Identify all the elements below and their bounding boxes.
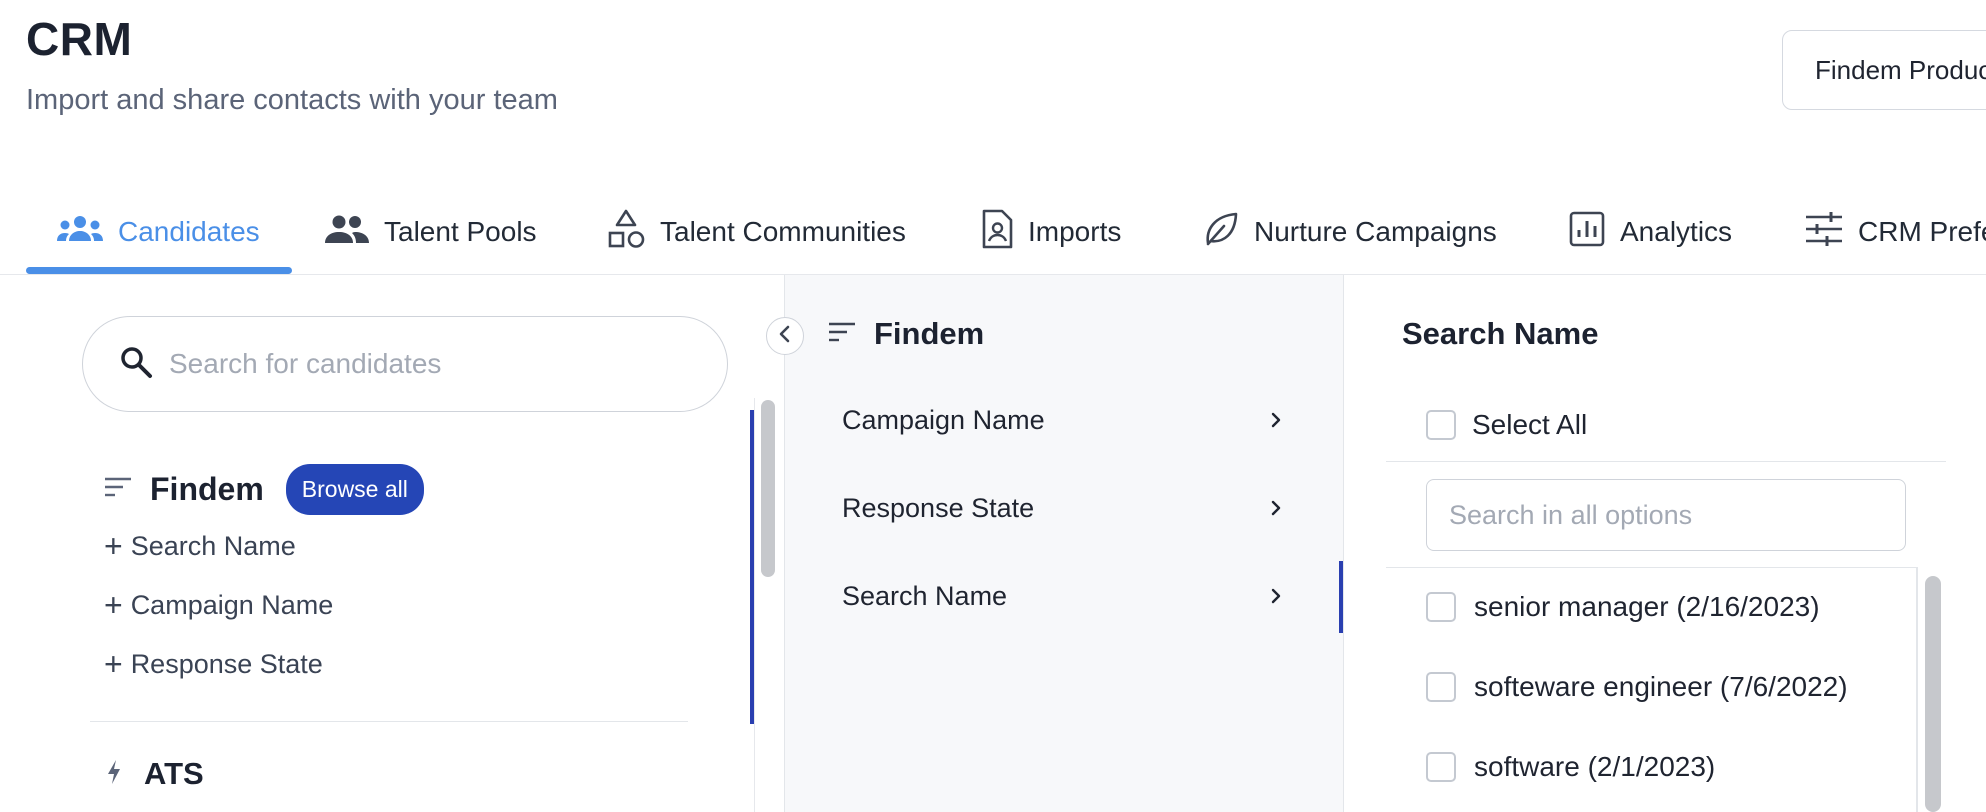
tab-label: Nurture Campaigns <box>1254 216 1497 247</box>
tab-label: Candidates <box>118 216 260 247</box>
options-list-divider <box>1386 567 1916 568</box>
bar-chart-icon <box>1568 210 1620 255</box>
facet-item-search-name[interactable]: Search Name <box>842 581 1282 612</box>
people-icon <box>324 214 384 251</box>
people-group-icon <box>56 214 118 251</box>
tab-imports[interactable]: Imports <box>980 190 1121 274</box>
page-title: CRM <box>26 13 133 65</box>
select-all-label: Select All <box>1472 409 1588 440</box>
candidate-search-input[interactable] <box>169 348 689 380</box>
chevron-right-icon <box>1270 493 1282 524</box>
ats-group-title: ATS <box>144 756 204 791</box>
add-facet-campaign-name[interactable]: + Campaign Name <box>104 589 333 621</box>
option-label: software (2/1/2023) <box>1474 751 1716 782</box>
search-icon <box>119 345 153 384</box>
leaf-icon <box>1202 210 1254 255</box>
tab-candidates[interactable]: Candidates <box>56 190 260 274</box>
chevron-left-icon <box>778 325 792 348</box>
options-scrollbar-thumb[interactable] <box>1925 576 1941 812</box>
option-checkbox[interactable] <box>1426 672 1456 702</box>
shapes-icon <box>606 208 660 257</box>
add-facet-search-name[interactable]: + Search Name <box>104 530 296 562</box>
tab-label: CRM Preferences <box>1858 216 1986 247</box>
option-checkbox[interactable] <box>1426 752 1456 782</box>
left-pane-active-indicator <box>750 410 754 724</box>
chevron-right-icon <box>1270 581 1282 612</box>
add-facet-response-state[interactable]: + Response State <box>104 648 323 680</box>
page-subtitle: Import and share contacts with your team <box>26 84 558 116</box>
candidate-search-box[interactable] <box>82 316 728 412</box>
facet-label: Campaign Name <box>130 589 334 620</box>
tab-label: Analytics <box>1620 216 1733 247</box>
tab-talent-communities[interactable]: Talent Communities <box>606 190 906 274</box>
facet-label: Search Name <box>130 530 296 561</box>
account-selector[interactable]: Findem Product <box>1782 30 1986 110</box>
browse-all-button[interactable]: Browse all <box>285 464 424 515</box>
active-facet-indicator <box>1339 561 1343 633</box>
tab-nurture-campaigns[interactable]: Nurture Campaigns <box>1202 190 1497 274</box>
left-scroll-track <box>754 398 755 812</box>
left-scrollbar-thumb[interactable] <box>761 400 775 577</box>
options-search-input[interactable] <box>1426 479 1906 551</box>
option-item[interactable]: software (2/1/2023) <box>1426 751 1715 783</box>
collapse-panel-button[interactable] <box>766 317 804 355</box>
findem-filter-group-header: Findem Browse all <box>104 464 424 515</box>
facet-pane-header: Findem <box>828 316 984 352</box>
filter-lines-icon <box>104 476 132 503</box>
option-label: softeware engineer (7/6/2022) <box>1474 671 1848 702</box>
tab-crm-preferences[interactable]: CRM Preferences <box>1804 190 1986 274</box>
facet-label: Response State <box>130 648 323 679</box>
facet-item-label: Search Name <box>842 581 1008 611</box>
options-scroll-track <box>1916 567 1918 812</box>
facet-category-pane <box>784 275 1344 812</box>
chevron-right-icon <box>1270 405 1282 436</box>
tab-bar: Candidates Talent Pools Talent Communiti… <box>26 190 1986 274</box>
tab-label: Imports <box>1028 216 1122 247</box>
lightning-icon <box>106 759 122 790</box>
tab-analytics[interactable]: Analytics <box>1568 190 1732 274</box>
sliders-icon <box>1804 210 1858 255</box>
option-item[interactable]: senior manager (2/16/2023) <box>1426 591 1820 623</box>
select-all-checkbox[interactable] <box>1426 410 1456 440</box>
tab-label: Talent Pools <box>384 216 537 247</box>
active-tab-indicator <box>26 267 292 274</box>
plus-icon: + <box>104 528 123 564</box>
select-all-option[interactable]: Select All <box>1426 409 1587 441</box>
filter-lines-icon <box>828 321 856 348</box>
plus-icon: + <box>104 646 123 682</box>
option-checkbox[interactable] <box>1426 592 1456 622</box>
facet-item-response-state[interactable]: Response State <box>842 493 1282 524</box>
facet-item-label: Campaign Name <box>842 405 1045 435</box>
tab-talent-pools[interactable]: Talent Pools <box>324 190 537 274</box>
options-divider <box>1386 461 1946 462</box>
tab-label: Talent Communities <box>660 216 906 247</box>
facet-pane-title: Findem <box>874 316 985 351</box>
facet-item-label: Response State <box>842 493 1035 523</box>
plus-icon: + <box>104 587 123 623</box>
findem-group-title: Findem <box>150 471 264 507</box>
left-pane-divider <box>90 721 688 722</box>
ats-filter-group-header: ATS <box>106 756 204 792</box>
contact-document-icon <box>980 208 1028 257</box>
facet-item-campaign-name[interactable]: Campaign Name <box>842 405 1282 436</box>
option-item[interactable]: softeware engineer (7/6/2022) <box>1426 671 1848 703</box>
options-pane-title: Search Name <box>1402 316 1599 351</box>
option-label: senior manager (2/16/2023) <box>1474 591 1820 622</box>
